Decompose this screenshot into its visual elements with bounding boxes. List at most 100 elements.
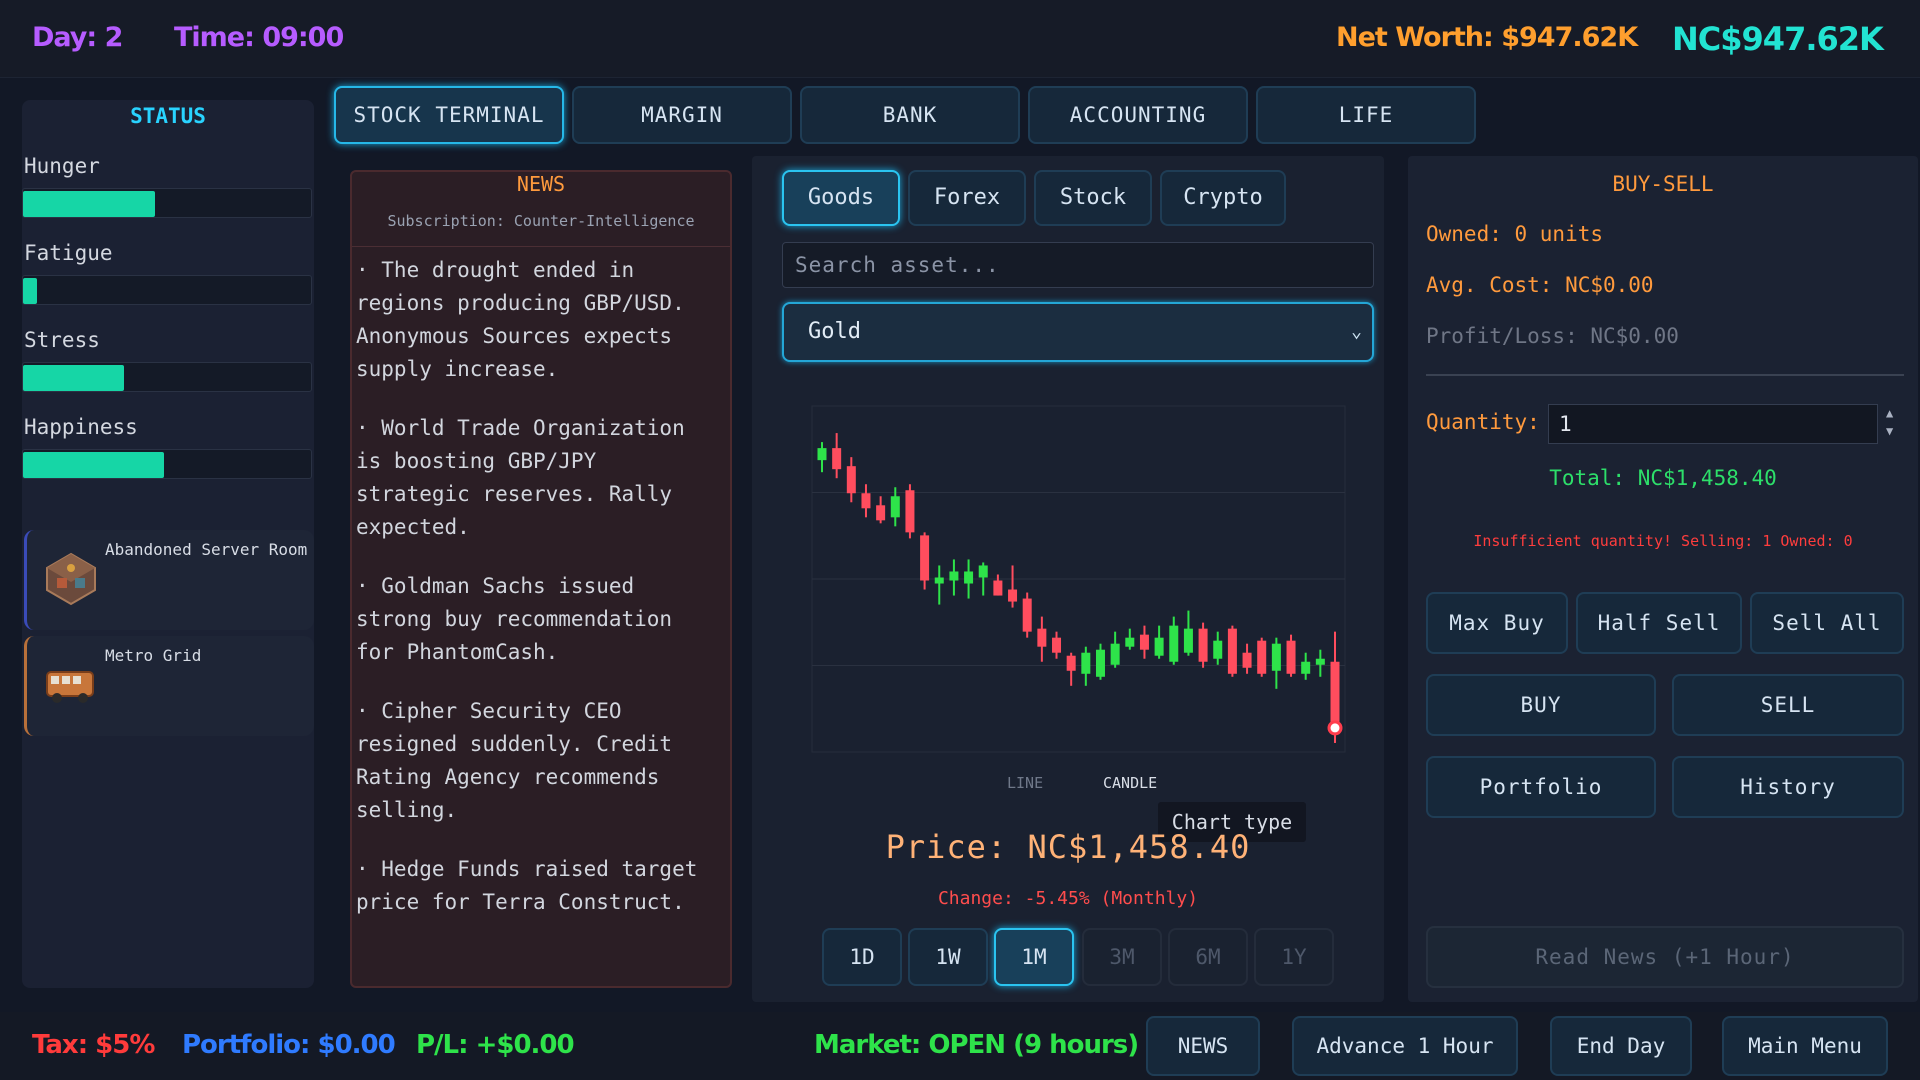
market-status: Market: OPEN (9 hours) <box>814 1030 1139 1060</box>
candle-body <box>1139 634 1149 650</box>
news-item: · Goldman Sachs issued strong buy recomm… <box>356 574 673 664</box>
hunger-bar <box>22 188 312 218</box>
quantity-stepper[interactable]: ▲ ▼ <box>1886 404 1893 440</box>
location-card-metro-grid[interactable]: Metro Grid <box>24 636 314 736</box>
status-title: STATUS <box>130 104 206 128</box>
range-1d[interactable]: 1D <box>822 928 902 986</box>
order-total: Total: NC$1,458.40 <box>1549 466 1777 490</box>
candle-body <box>1315 658 1325 665</box>
range-3m[interactable]: 3M <box>1082 928 1162 986</box>
candle-body <box>861 493 871 509</box>
candle-body <box>1213 640 1223 659</box>
chart-type-line[interactable]: LINE <box>1007 774 1043 792</box>
candle-body <box>846 466 856 494</box>
buy-button[interactable]: BUY <box>1426 674 1656 736</box>
stat-label-hunger: Hunger <box>24 154 100 178</box>
owned-units: Owned: 0 units <box>1426 222 1604 246</box>
price-chart[interactable] <box>800 396 1360 768</box>
tab-bank[interactable]: BANK <box>800 86 1020 144</box>
subtab-goods[interactable]: Goods <box>782 170 900 226</box>
candle-body <box>1271 643 1281 671</box>
tax-indicator: Tax: $5% <box>32 1030 155 1060</box>
pl-indicator: P/L: +$0.00 <box>416 1030 575 1060</box>
read-news-button[interactable]: Read News (+1 Hour) <box>1426 926 1904 988</box>
asset-select[interactable]: Gold ⌄ <box>782 302 1374 362</box>
news-divider <box>352 246 730 247</box>
tab-margin[interactable]: MARGIN <box>572 86 792 144</box>
candle-body <box>1110 643 1120 665</box>
candle-body <box>1154 637 1164 656</box>
chevron-down-icon: ⌄ <box>1351 321 1362 342</box>
half-sell-button[interactable]: Half Sell <box>1576 592 1742 654</box>
candle-body <box>1286 640 1296 674</box>
candle-body <box>920 535 930 581</box>
range-1m[interactable]: 1M <box>994 928 1074 986</box>
buy-sell-title: BUY-SELL <box>1612 172 1714 196</box>
news-button[interactable]: NEWS <box>1146 1016 1260 1076</box>
candle-body <box>1242 652 1252 668</box>
candle-body <box>1037 628 1047 647</box>
happiness-bar-fill <box>23 452 165 478</box>
divider <box>1426 374 1904 376</box>
nc-balance: NC$947.62K <box>1672 20 1884 58</box>
candle-body <box>993 580 1003 596</box>
asset-price: Price: NC$1,458.40 <box>885 828 1251 866</box>
candle-body <box>1095 649 1105 677</box>
main-menu-button[interactable]: Main Menu <box>1722 1016 1888 1076</box>
candle-body <box>1081 652 1091 674</box>
range-1y[interactable]: 1Y <box>1254 928 1334 986</box>
search-input[interactable]: Search asset... <box>782 242 1374 288</box>
news-subscription: Subscription: Counter-Intelligence <box>387 212 695 230</box>
asset-select-value: Gold <box>808 319 861 344</box>
news-item: · Hedge Funds raised target price for Te… <box>356 857 698 914</box>
portfolio-button[interactable]: Portfolio <box>1426 756 1656 818</box>
candle-body <box>1198 628 1208 662</box>
warning-message: Insufficient quantity! Selling: 1 Owned:… <box>1473 532 1853 550</box>
fatigue-bar-fill <box>23 278 38 304</box>
stress-bar <box>22 362 312 392</box>
range-6m[interactable]: 6M <box>1168 928 1248 986</box>
quantity-label: Quantity: <box>1426 410 1540 434</box>
sell-button[interactable]: SELL <box>1672 674 1904 736</box>
location-name: Metro Grid <box>105 646 202 665</box>
metro-bus-icon <box>46 671 94 703</box>
candle-body <box>905 490 915 533</box>
range-1w[interactable]: 1W <box>908 928 988 986</box>
fatigue-bar <box>22 275 312 305</box>
time-indicator: Time: 09:00 <box>174 22 344 53</box>
location-card-server-room[interactable]: Abandoned Server Room <box>24 530 314 630</box>
profit-loss: Profit/Loss: NC$0.00 <box>1426 324 1679 348</box>
sell-all-button[interactable]: Sell All <box>1750 592 1904 654</box>
candle-body <box>817 448 827 461</box>
max-buy-button[interactable]: Max Buy <box>1426 592 1568 654</box>
advance-hour-button[interactable]: Advance 1 Hour <box>1292 1016 1518 1076</box>
candle-body <box>949 571 959 581</box>
news-item: · Cipher Security CEO resigned suddenly.… <box>356 699 673 822</box>
candle-body <box>1227 628 1237 674</box>
candle-body <box>1301 661 1311 674</box>
tab-accounting[interactable]: ACCOUNTING <box>1028 86 1248 144</box>
subtab-stock[interactable]: Stock <box>1034 170 1152 226</box>
hunger-bar-fill <box>23 191 156 217</box>
candle-body <box>1022 598 1032 632</box>
subtab-crypto[interactable]: Crypto <box>1160 170 1286 226</box>
candle-body <box>978 565 988 578</box>
candle-body <box>1125 637 1135 647</box>
end-day-button[interactable]: End Day <box>1550 1016 1692 1076</box>
chart-type-candle[interactable]: CANDLE <box>1103 774 1157 792</box>
candle-body <box>1183 628 1193 653</box>
tab-stock-terminal[interactable]: STOCK TERMINAL <box>334 86 564 144</box>
candle-body <box>1066 655 1076 671</box>
location-name: Abandoned Server Room <box>105 540 308 559</box>
day-indicator: Day: 2 <box>32 22 123 53</box>
candle-body <box>1169 625 1179 662</box>
quantity-input[interactable]: 1 <box>1548 404 1878 444</box>
candle-body <box>934 577 944 584</box>
subtab-forex[interactable]: Forex <box>908 170 1026 226</box>
candle-body <box>832 448 842 470</box>
news-item: · World Trade Organization is boosting G… <box>356 416 685 539</box>
tab-life[interactable]: LIFE <box>1256 86 1476 144</box>
history-button[interactable]: History <box>1672 756 1904 818</box>
candle-body <box>1008 589 1018 602</box>
candle-body <box>876 505 886 521</box>
